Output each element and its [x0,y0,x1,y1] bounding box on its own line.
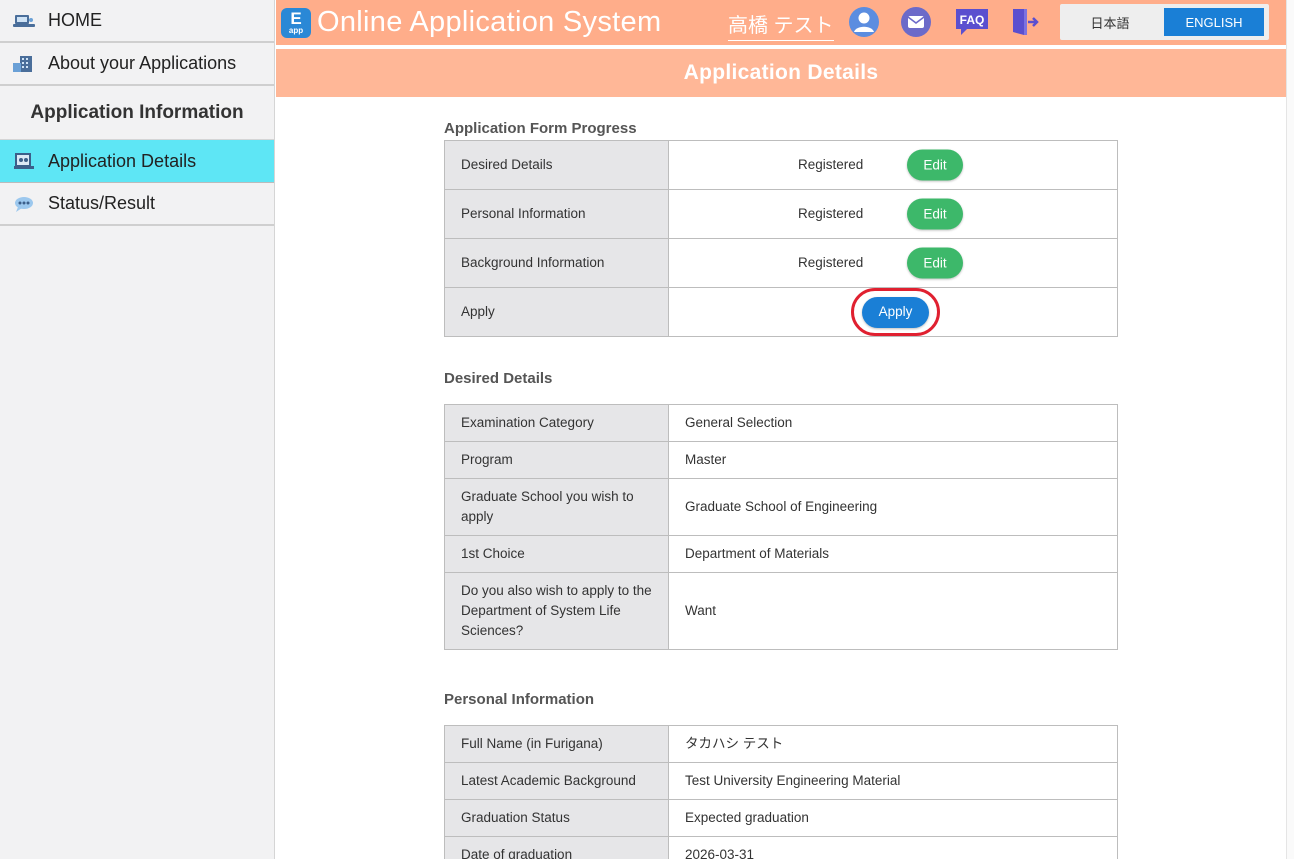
progress-row-label: Personal Information [444,189,669,239]
row-label: Examination Category [444,404,669,442]
row-label: Date of graduation [444,836,669,859]
table-row: Background Information Registered Edit [444,238,1118,288]
edit-background-information-button[interactable]: Edit [907,247,963,279]
page-title-bar: Application Details [276,49,1286,97]
row-value: Want [668,572,1118,650]
row-value: 2026-03-31 [668,836,1118,859]
table-row: Date of graduation 2026-03-31 [444,836,1118,859]
apply-highlight-ring: Apply [851,288,940,336]
app-logo[interactable]: E app [281,7,311,38]
scrollbar[interactable] [1286,0,1294,859]
sidebar: HOME About your Applications Application… [0,0,275,859]
edit-desired-details-button[interactable]: Edit [907,149,963,181]
row-value: Graduate School of Engineering [668,478,1118,536]
row-label: 1st Choice [444,535,669,573]
progress-row-value: Registered Edit [668,189,1118,239]
page-title: Application Details [683,61,879,84]
table-row: Program Master [444,441,1118,479]
mail-icon[interactable] [900,6,932,38]
status-text: Registered [798,157,864,172]
progress-row-label: Desired Details [444,140,669,190]
main-content: Application Form Progress Desired Detail… [444,97,1118,859]
header-bar: E app Online Application System 高橋 テスト F… [276,0,1286,47]
row-value: General Selection [668,404,1118,442]
desired-section-title: Desired Details [444,370,553,387]
app-title: Online Application System [317,6,662,38]
desired-details-table: Examination Category General Selection P… [444,404,1118,650]
logo-sub: app [288,26,304,35]
faq-icon[interactable]: FAQ [952,6,992,38]
row-label: Graduation Status [444,799,669,837]
table-row: 1st Choice Department of Materials [444,535,1118,573]
row-value: Department of Materials [668,535,1118,573]
sidebar-item-label: Status/Result [48,193,156,213]
building-icon [0,55,48,73]
status-bubble-icon [0,195,48,213]
row-label: Program [444,441,669,479]
table-row: Desired Details Registered Edit [444,140,1118,190]
table-row: Graduation Status Expected graduation [444,799,1118,837]
sidebar-item-application-details[interactable]: Application Details [0,140,274,183]
row-value: Test University Engineering Material [668,762,1118,800]
sidebar-item-about[interactable]: About your Applications [0,43,274,86]
progress-row-value: Registered Edit [668,140,1118,190]
table-row: Apply Apply [444,287,1118,337]
logout-icon[interactable] [1008,6,1040,38]
row-value: タカハシ テスト [668,725,1118,763]
table-row: Latest Academic Background Test Universi… [444,762,1118,800]
row-value: Expected graduation [668,799,1118,837]
document-people-icon [0,152,48,170]
table-row: Do you also wish to apply to the Departm… [444,572,1118,650]
logo-letter: E [290,9,302,28]
table-row: Full Name (in Furigana) タカハシ テスト [444,725,1118,763]
personal-information-table: Full Name (in Furigana) タカハシ テスト Latest … [444,725,1118,859]
username-link[interactable]: 高橋 テスト [728,9,834,41]
lang-english-button[interactable]: ENGLISH [1164,8,1264,36]
sidebar-item-status[interactable]: Status/Result [0,183,274,226]
user-profile-icon[interactable] [848,6,880,38]
personal-section-title: Personal Information [444,691,595,708]
table-row: Personal Information Registered Edit [444,189,1118,239]
home-icon [0,13,48,29]
status-text: Registered [798,255,864,270]
sidebar-item-home[interactable]: HOME [0,0,274,43]
row-value: Master [668,441,1118,479]
sidebar-section-header: Application Information [0,86,274,140]
sidebar-item-label: Application Details [48,150,197,171]
row-label: Full Name (in Furigana) [444,725,669,763]
row-label: Do you also wish to apply to the Departm… [444,572,669,650]
progress-row-label: Apply [444,287,669,337]
lang-japanese-button[interactable]: 日本語 [1060,13,1160,32]
apply-button[interactable]: Apply [862,296,929,328]
progress-row-value: Registered Edit [668,238,1118,288]
table-row: Graduate School you wish to apply Gradua… [444,478,1118,536]
progress-row-value: Apply [668,287,1118,337]
language-switcher: 日本語 ENGLISH [1060,4,1269,40]
progress-row-label: Background Information [444,238,669,288]
progress-section-title: Application Form Progress [444,120,637,137]
progress-table: Desired Details Registered Edit Personal… [444,140,1118,337]
table-row: Examination Category General Selection [444,404,1118,442]
edit-personal-information-button[interactable]: Edit [907,198,963,230]
faq-label: FAQ [960,13,985,27]
sidebar-item-label: HOME [48,10,102,30]
row-label: Graduate School you wish to apply [444,478,669,536]
status-text: Registered [798,206,864,221]
row-label: Latest Academic Background [444,762,669,800]
sidebar-item-label: About your Applications [48,53,237,73]
